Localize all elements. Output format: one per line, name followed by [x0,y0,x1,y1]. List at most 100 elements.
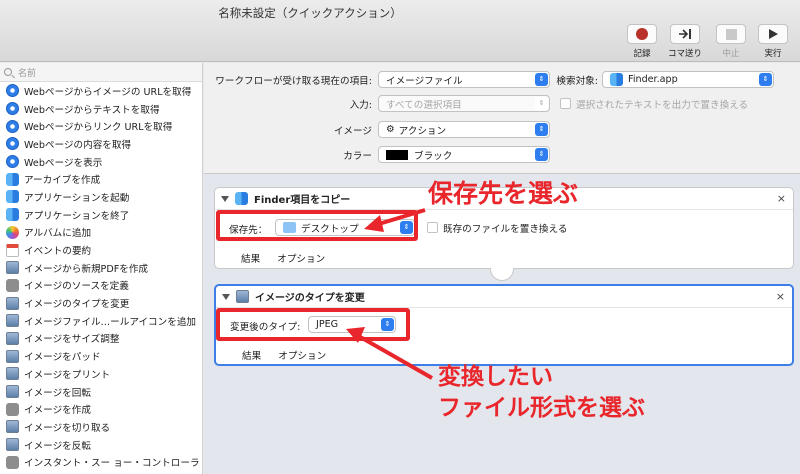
tab-results[interactable]: 結果 [241,254,260,265]
input-type-value: イメージファイル [386,75,463,87]
color-label: カラー [343,151,372,162]
disclosure-triangle-icon[interactable] [221,195,229,202]
list-item-label: イメージを切り取る [24,422,111,434]
list-item[interactable]: アルバムに追加 [0,224,202,242]
list-item[interactable]: イメージのソースを定義 [0,277,202,295]
tab-options[interactable]: オプション [277,254,325,265]
color-select[interactable]: ブラック ⇕ [378,146,550,163]
search-placeholder: 名前 [18,68,37,79]
safari-icon [6,84,19,98]
close-icon[interactable]: × [776,290,785,303]
record-button[interactable] [627,24,657,44]
chevron-updown-icon: ⇕ [759,73,772,86]
finder-icon [6,172,19,186]
list-item[interactable]: イメージから新規PDFを作成 [0,259,202,277]
chevron-updown-icon: ⇕ [535,97,548,110]
step-label: コマ送り [667,49,702,59]
overwrite-label: 既存のファイルを置き換える [443,224,568,235]
list-item-label: アプリケーションを終了 [24,210,130,222]
input-type-label: ワークフローが受け取る現在の項目: [215,76,372,87]
target-app-value: Finder.app [628,74,678,85]
source-label: 入力: [349,100,372,111]
chevron-updown-icon: ⇕ [535,73,548,86]
target-app-select[interactable]: Finder.app ⇕ [602,71,774,88]
list-item[interactable]: アーカイブを作成 [0,170,202,188]
list-item[interactable]: イメージを反転 [0,436,202,454]
list-item-label: Webページの内容を取得 [24,139,132,151]
input-type-select[interactable]: イメージファイル ⇕ [378,71,550,88]
action-tabs: 結果 オプション [241,251,339,265]
list-item-label: インスタント・スー ョー・コントローラ [24,458,200,470]
chevron-updown-icon: ⇕ [535,148,548,161]
list-item[interactable]: Webページからテキストを取得 [0,100,202,118]
disclosure-triangle-icon[interactable] [222,293,230,300]
tab-options[interactable]: オプション [278,351,326,362]
list-item[interactable]: イメージをパッド [0,347,202,365]
safari-icon [6,119,19,133]
list-item[interactable]: イメージを切り取る [0,418,202,436]
automator-icon [6,402,19,416]
list-item[interactable]: インスタント・スー ョー・コントローラ [0,453,202,471]
action-title: Finder項目をコピー [254,195,351,206]
list-item[interactable]: イベントの要約 [0,241,202,259]
preview-icon [6,314,19,328]
action-header[interactable]: イメージのタイプを変更 [216,286,792,308]
preview-icon [6,367,19,381]
action-tabs: 結果 オプション [242,348,340,362]
list-item-label: イメージをプリント [24,369,111,381]
photos-icon [6,225,19,239]
source-select[interactable]: すべての選択項目 ⇕ [378,95,550,112]
list-item-label: Webページを表示 [24,157,103,169]
window-title: 名称未設定（クイックアクション） [218,6,402,20]
close-icon[interactable]: × [777,192,786,205]
list-item[interactable]: Webページからイメージの URLを取得 [0,82,202,100]
list-item[interactable]: イメージを作成 [0,400,202,418]
preview-icon [6,420,19,434]
run-button[interactable] [758,24,788,44]
stop-button[interactable] [716,24,746,44]
image-label: イメージ [333,126,372,137]
action-connector [490,268,514,281]
preview-icon [6,261,19,275]
chevron-updown-icon: ⇕ [535,123,548,136]
tab-results[interactable]: 結果 [242,351,261,362]
library-search[interactable]: 名前 [0,63,202,82]
record-icon [636,28,648,40]
list-item[interactable]: イメージをプリント [0,365,202,383]
list-item[interactable]: Webページの内容を取得 [0,135,202,153]
list-item-label: イメージを回転 [24,387,91,399]
safari-icon [6,137,19,151]
list-item-label: イメージを反転 [24,440,91,452]
preview-icon [6,331,19,345]
step-icon [679,29,691,39]
list-item-label: Webページからリンク URLを取得 [24,122,173,134]
list-item[interactable]: イメージファイル…ールアイコンを追加 [0,312,202,330]
image-select[interactable]: ⚙ アクション ⇕ [378,121,550,138]
list-item-label: イメージのタイプを変更 [24,299,130,311]
list-item-label: アーカイブを作成 [24,175,101,187]
record-label: 記録 [633,49,651,59]
list-item[interactable]: アプリケーションを終了 [0,206,202,224]
destination-annotation: 保存先を選ぶ [428,179,579,208]
list-item[interactable]: イメージをサイズ調整 [0,330,202,348]
list-item[interactable]: Webページを表示 [0,153,202,171]
step-button[interactable] [670,24,700,44]
list-item[interactable]: Webページからリンク URLを取得 [0,117,202,135]
safari-icon [6,102,19,116]
search-icon [4,68,12,76]
list-item[interactable]: イメージのタイプを変更 [0,294,202,312]
window-toolbar: 名称未設定（クイックアクション） 記録 コマ送り 中止 実行 [0,0,800,62]
list-item[interactable]: アプリケーションを起動 [0,188,202,206]
preview-icon [6,296,19,310]
color-value: ブラック [414,150,453,162]
image-value: アクション [398,125,447,137]
run-label: 実行 [764,49,782,59]
list-item-label: アプリケーションを起動 [24,192,130,204]
preview-icon [6,385,19,399]
preview-icon [6,349,19,363]
overwrite-checkbox[interactable] [427,222,438,233]
list-item[interactable]: イメージを回転 [0,383,202,401]
action-title: イメージのタイプを変更 [255,293,365,304]
replace-text-checkbox[interactable] [560,98,571,109]
list-item-label: アルバムに追加 [24,228,92,240]
